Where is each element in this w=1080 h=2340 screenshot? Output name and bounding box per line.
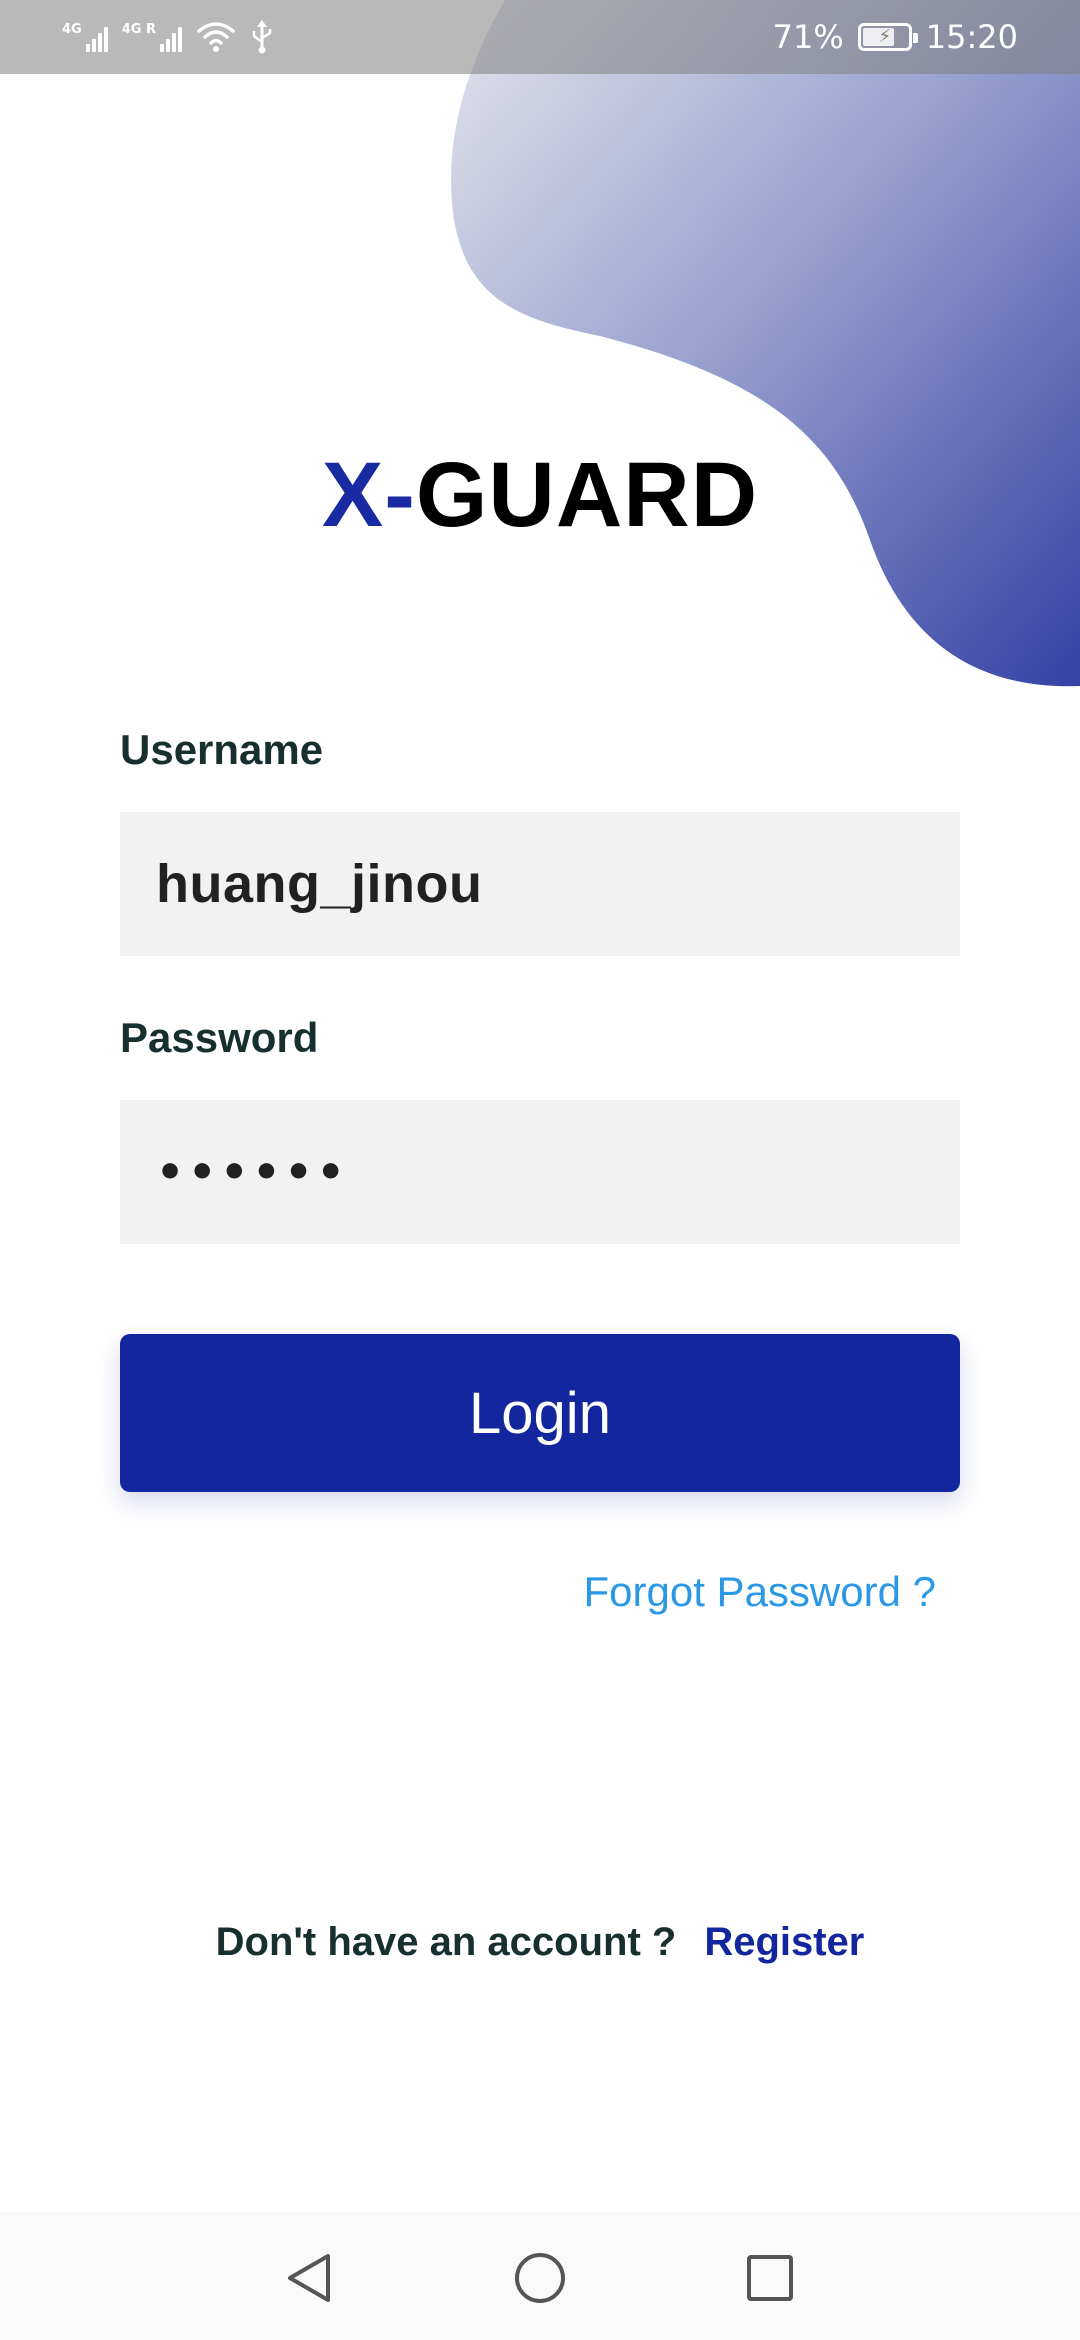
recents-button[interactable] (744, 2252, 796, 2304)
decorative-blob (451, 0, 1080, 687)
login-button[interactable]: Login (120, 1334, 960, 1492)
username-value: huang_jinou (156, 854, 483, 914)
back-icon (288, 2254, 330, 2302)
register-link[interactable]: Register (704, 1920, 864, 1964)
back-button[interactable] (284, 2252, 336, 2304)
register-row: Don't have an account ? Register (0, 1920, 1080, 1965)
recents-icon (747, 2255, 793, 2301)
status-info-right: 71% ⚡ 15:20 (773, 18, 1018, 56)
charging-bolt-icon: ⚡ (878, 26, 892, 47)
no-account-text: Don't have an account ? (215, 1920, 677, 1964)
navigation-bar (0, 2212, 1080, 2340)
status-bar: 4G 4G R 71% ⚡ 15:20 (0, 0, 1080, 74)
wifi-icon (197, 22, 235, 52)
password-input[interactable]: •••••• (120, 1100, 960, 1244)
signal-label: 4G (62, 22, 82, 37)
signal-roaming-icon: 4G R (122, 22, 182, 52)
signal-roaming-label: 4G R (121, 22, 156, 37)
password-label: Password (120, 1014, 319, 1061)
username-input[interactable]: huang_jinou (120, 812, 960, 956)
password-masked-value: •••••• (156, 1146, 349, 1198)
login-screen: 4G 4G R 71% ⚡ 15:20 X-GUARD Username hua… (0, 0, 1080, 2340)
forgot-password-link[interactable]: Forgot Password ? (584, 1568, 937, 1616)
battery-percent: 71% (772, 18, 844, 56)
home-button[interactable] (514, 2252, 566, 2304)
signal-icon: 4G (62, 22, 108, 52)
status-icons-left: 4G 4G R (62, 0, 274, 74)
username-label: Username (120, 726, 324, 773)
logo-x-part: X- (321, 444, 416, 546)
usb-icon (252, 20, 272, 54)
battery-charging-icon: ⚡ (857, 23, 918, 51)
logo-guard-part: GUARD (415, 444, 759, 546)
app-logo: X-GUARD (0, 440, 1080, 550)
home-icon (515, 2253, 565, 2303)
clock: 15:20 (925, 18, 1018, 56)
